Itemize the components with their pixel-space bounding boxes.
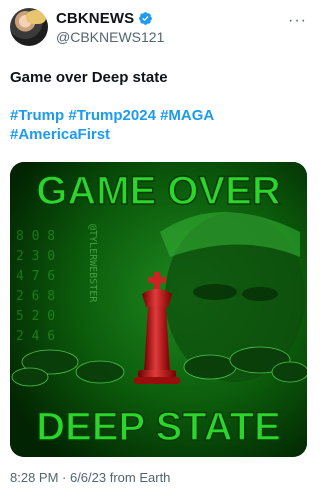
hashtag-link[interactable]: #MAGA bbox=[160, 107, 214, 124]
account-handle[interactable]: @CBKNEWS121 bbox=[56, 29, 164, 45]
tweet-header: CBKNEWS @CBKNEWS121 ··· bbox=[10, 8, 307, 50]
svg-text:4 7 6: 4 7 6 bbox=[16, 269, 55, 284]
avatar[interactable] bbox=[10, 8, 48, 46]
image-watermark: @TYLERWEBSTER bbox=[87, 224, 98, 303]
image-headline-bottom: DEEP STATE bbox=[36, 405, 281, 449]
svg-text:2 4 6: 2 4 6 bbox=[16, 329, 55, 344]
hashtag-link[interactable]: #AmericaFirst bbox=[10, 126, 110, 143]
svg-text:5 2 0: 5 2 0 bbox=[16, 309, 55, 324]
more-options-icon[interactable]: ··· bbox=[288, 12, 307, 30]
svg-text:8 0 8: 8 0 8 bbox=[16, 229, 55, 244]
hashtag-link[interactable]: #Trump bbox=[10, 107, 64, 124]
game-over-image-art: 8 0 8 2 3 0 4 7 6 2 6 8 5 2 0 2 4 6 GAME… bbox=[10, 162, 307, 457]
verified-badge-icon bbox=[139, 12, 153, 25]
tweet-image[interactable]: 8 0 8 2 3 0 4 7 6 2 6 8 5 2 0 2 4 6 GAME… bbox=[10, 162, 307, 457]
hashtag-link[interactable]: #Trump2024 bbox=[68, 107, 156, 124]
hashtag-list: #Trump #Trump2024 #MAGA #AmericaFirst bbox=[10, 106, 307, 144]
svg-text:2 3 0: 2 3 0 bbox=[16, 249, 55, 264]
display-name[interactable]: CBKNEWS bbox=[56, 10, 134, 27]
tweet-timestamp[interactable]: 8:28 PM · 6/6/23 from Earth bbox=[10, 470, 170, 485]
name-row[interactable]: CBKNEWS bbox=[56, 10, 153, 27]
svg-text:2 6 8: 2 6 8 bbox=[16, 289, 55, 304]
image-headline-top: GAME OVER bbox=[36, 169, 281, 213]
tweet-text: Game over Deep state bbox=[10, 69, 168, 86]
tweet-body: Game over Deep state #Trump #Trump2024 #… bbox=[10, 68, 307, 144]
